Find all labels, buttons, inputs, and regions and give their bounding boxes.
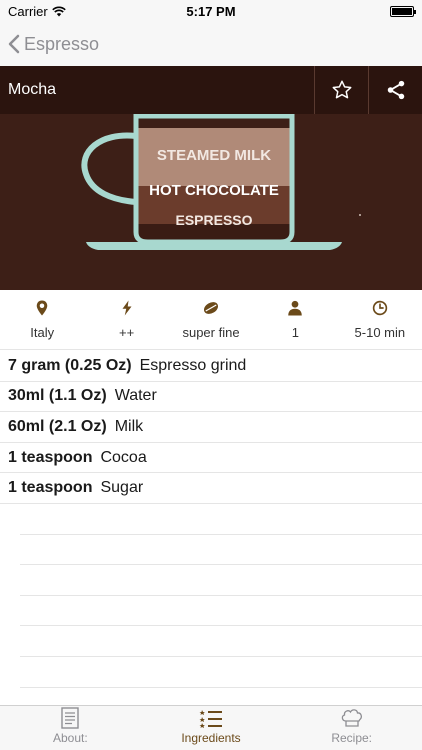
layer-label-hot-chocolate: HOT CHOCOLATE [149,182,279,199]
ingredient-quantity: 1 teaspoon [8,479,93,497]
info-origin: Italy [0,290,84,349]
chef-hat-icon [341,709,362,727]
person-icon [288,300,303,316]
list-item: 7 gram (0.25 Oz) Espresso grind [0,351,422,382]
info-grind-value: super fine [182,325,240,340]
chevron-left-icon [8,34,20,54]
mocha-cup-illustration: STEAMED MILK HOT CHOCOLATE ESPRESSO [81,114,361,250]
ingredient-quantity: 7 gram (0.25 Oz) [8,356,132,374]
status-left: Carrier [8,4,66,19]
ingredient-name: Milk [114,417,144,435]
ingredient-name: Cocoa [100,448,147,466]
list-item: 30ml (1.1 Oz) Water [0,382,422,413]
clock-icon [372,300,388,316]
location-pin-icon [36,300,48,316]
list-item: 1 teaspoon Cocoa [0,443,422,474]
tab-ingredients-label: Ingredients [181,731,241,745]
layer-label-espresso: ESPRESSO [175,212,252,228]
info-time: 5-10 min [338,290,422,349]
empty-row [20,596,422,627]
star-icon [332,80,351,99]
info-time-value: 5-10 min [354,325,406,340]
navigation-bar: Espresso [0,22,422,66]
empty-row [20,657,422,688]
info-servings-value: 1 [291,325,300,340]
hero-title-bar: Mocha [0,66,422,114]
carrier-label: Carrier [8,3,48,19]
tab-about[interactable]: About: [0,706,141,750]
back-button[interactable]: Espresso [8,34,99,55]
tab-recipe[interactable]: Recipe: [281,706,422,750]
ingredients-list: 7 gram (0.25 Oz) Espresso grind 30ml (1.… [0,351,422,504]
list-item: 60ml (2.1 Oz) Milk [0,412,422,443]
empty-row [20,504,422,535]
empty-list-rows [20,504,422,688]
info-grind: super fine [169,290,253,349]
share-icon [387,80,404,100]
empty-row [20,535,422,566]
layer-label-steamed-milk: STEAMED MILK [157,147,271,164]
lightning-icon [122,300,132,316]
ingredient-name: Water [114,387,157,405]
ingredient-quantity: 60ml (2.1 Oz) [8,417,107,435]
favorite-button[interactable] [314,66,368,114]
ingredient-quantity: 1 teaspoon [8,448,93,466]
share-button[interactable] [368,66,422,114]
info-servings: 1 [253,290,337,349]
empty-row [20,626,422,657]
tab-recipe-label: Recipe: [331,731,373,745]
info-strength: ++ [84,290,168,349]
drink-hero: Mocha STEAMED MILK HOT CHOCOLATE ESPRESS… [0,66,422,290]
ingredient-name: Espresso grind [139,356,247,374]
empty-row [20,565,422,596]
status-bar: Carrier 5:17 PM [0,0,422,22]
tab-bar: About: Ingredients Recipe: [0,705,422,750]
ingredient-name: Sugar [100,479,144,497]
back-button-label: Espresso [24,33,100,54]
wifi-icon [51,6,66,16]
document-icon [61,707,80,729]
tab-about-label: About: [52,731,88,745]
battery-icon [390,5,416,17]
list-item: 1 teaspoon Sugar [0,473,422,504]
drink-title: Mocha [8,81,57,98]
info-origin-value: Italy [30,325,55,340]
coffee-bean-icon [204,302,219,314]
ingredient-quantity: 30ml (1.1 Oz) [8,387,107,405]
info-strength-value: ++ [119,325,135,340]
drink-info-row: Italy ++ super fine 1 5-10 min [0,290,422,350]
tab-ingredients[interactable]: Ingredients [141,706,282,750]
list-icon [199,710,222,728]
